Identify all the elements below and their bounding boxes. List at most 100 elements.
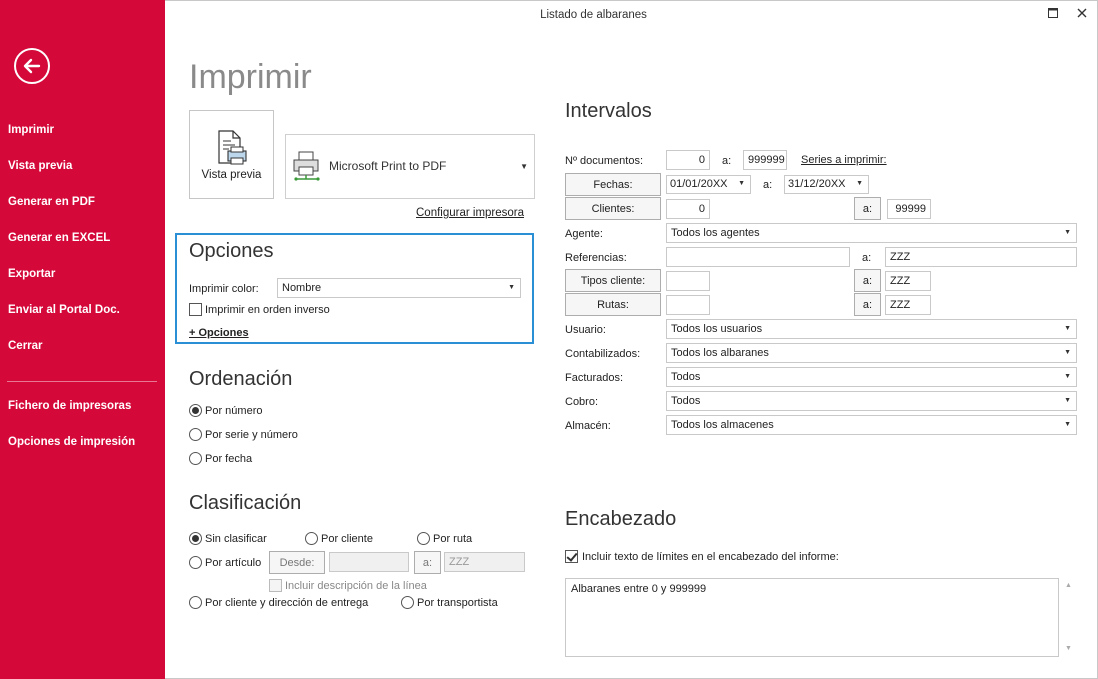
arrow-left-icon <box>23 58 41 74</box>
fechas-to-picker[interactable]: 31/12/20XX ▼ <box>784 175 869 194</box>
orden-inverso-label: Imprimir en orden inverso <box>205 304 330 316</box>
vista-previa-label: Vista previa <box>201 169 262 181</box>
referencias-to[interactable]: ZZZ <box>885 247 1077 267</box>
radio-por-articulo[interactable] <box>189 556 202 569</box>
back-button[interactable] <box>14 48 50 84</box>
chevron-down-icon: ▼ <box>1064 397 1071 404</box>
por-cliente-label: Por cliente <box>321 533 373 545</box>
chevron-down-icon: ▼ <box>1064 325 1071 332</box>
chevron-down-icon: ▼ <box>520 162 528 171</box>
agente-label: Agente: <box>565 228 603 240</box>
por-cliente-direccion-label: Por cliente y dirección de entrega <box>205 597 369 609</box>
printer-select[interactable]: Microsoft Print to PDF ▼ <box>285 134 535 199</box>
chevron-down-icon: ▼ <box>508 284 515 291</box>
radio-por-cliente[interactable] <box>305 532 318 545</box>
contabilizados-value: Todos los albaranes <box>671 347 769 359</box>
opciones-title: Opciones <box>189 240 274 262</box>
radio-por-transportista[interactable] <box>401 596 414 609</box>
agente-select[interactable]: Todos los agentes ▼ <box>666 223 1077 243</box>
sidebar-item-generar-pdf[interactable]: Generar en PDF <box>8 196 95 208</box>
por-fecha-label: Por fecha <box>205 453 253 465</box>
sidebar-item-vista-previa[interactable]: Vista previa <box>8 160 72 172</box>
incluir-limites-label: Incluir texto de límites en el encabezad… <box>582 551 839 563</box>
rutas-from[interactable] <box>666 295 710 315</box>
configurar-impresora-link[interactable]: Configurar impresora <box>416 207 524 219</box>
sidebar-item-imprimir[interactable]: Imprimir <box>8 124 54 136</box>
cobro-select[interactable]: Todos ▼ <box>666 391 1077 411</box>
fechas-from-value: 01/01/20XX <box>670 178 728 190</box>
encabezado-textarea[interactable]: Albaranes entre 0 y 999999 <box>565 578 1059 657</box>
sidebar-item-opciones-impresion[interactable]: Opciones de impresión <box>8 436 135 448</box>
radio-por-serie-numero[interactable] <box>189 428 202 441</box>
maximize-button[interactable] <box>1046 6 1060 20</box>
por-articulo-label: Por artículo <box>205 557 262 569</box>
chevron-down-icon: ▼ <box>1064 373 1071 380</box>
por-transportista-label: Por transportista <box>417 597 498 609</box>
sidebar-item-fichero-impresoras[interactable]: Fichero de impresoras <box>8 400 131 412</box>
sidebar-item-cerrar[interactable]: Cerrar <box>8 340 43 352</box>
incluir-descripcion-label: Incluir descripción de la línea <box>285 580 427 592</box>
sidebar-item-exportar[interactable]: Exportar <box>8 268 55 280</box>
imprimir-color-select[interactable]: Nombre ▼ <box>277 278 521 298</box>
sidebar-item-generar-excel[interactable]: Generar en EXCEL <box>8 232 110 244</box>
almacen-label: Almacén: <box>565 420 611 432</box>
radio-por-fecha[interactable] <box>189 452 202 465</box>
desde-input[interactable] <box>329 552 409 572</box>
ordenacion-title: Ordenación <box>189 368 293 390</box>
scroll-up-icon: ▲ <box>1065 582 1072 589</box>
scroll-down-icon: ▼ <box>1065 645 1072 652</box>
fechas-from-picker[interactable]: 01/01/20XX ▼ <box>666 175 751 194</box>
chevron-down-icon: ▼ <box>738 180 745 187</box>
vista-previa-button[interactable]: Vista previa <box>189 110 274 199</box>
tipos-cliente-button[interactable]: Tipos cliente: <box>565 269 661 292</box>
close-button[interactable] <box>1075 6 1089 20</box>
encabezado-title: Encabezado <box>565 508 677 530</box>
sidebar-item-enviar-portal[interactable]: Enviar al Portal Doc. <box>8 304 120 316</box>
articulo-a-button[interactable]: a: <box>414 551 441 574</box>
fechas-to-value: 31/12/20XX <box>788 178 846 190</box>
num-documentos-a-label: a: <box>722 155 732 167</box>
radio-por-numero[interactable] <box>189 404 202 417</box>
chevron-down-icon: ▼ <box>1064 421 1071 428</box>
tipos-cliente-a-button[interactable]: a: <box>854 269 881 292</box>
referencias-a-label: a: <box>862 252 872 264</box>
chevron-down-icon: ▼ <box>1064 349 1071 356</box>
radio-por-cliente-direccion[interactable] <box>189 596 202 609</box>
tipos-cliente-from[interactable] <box>666 271 710 291</box>
almacen-select[interactable]: Todos los almacenes ▼ <box>666 415 1077 435</box>
clientes-from[interactable]: 0 <box>666 199 710 219</box>
agente-value: Todos los agentes <box>671 227 760 239</box>
tipos-cliente-to[interactable]: ZZZ <box>885 271 931 291</box>
articulo-a-input[interactable]: ZZZ <box>444 552 525 572</box>
facturados-select[interactable]: Todos ▼ <box>666 367 1077 387</box>
incluir-limites-checkbox[interactable] <box>565 550 578 563</box>
printer-icon <box>293 151 320 181</box>
fechas-button[interactable]: Fechas: <box>565 173 661 196</box>
rutas-button[interactable]: Rutas: <box>565 293 661 316</box>
por-serie-numero-label: Por serie y número <box>205 429 298 441</box>
referencias-label: Referencias: <box>565 252 627 264</box>
contabilizados-select[interactable]: Todos los albaranes ▼ <box>666 343 1077 363</box>
mas-opciones-link[interactable]: + Opciones <box>189 327 249 339</box>
incluir-descripcion-checkbox[interactable] <box>269 579 282 592</box>
radio-sin-clasificar[interactable] <box>189 532 202 545</box>
rutas-to[interactable]: ZZZ <box>885 295 931 315</box>
clientes-a-button[interactable]: a: <box>854 197 881 220</box>
usuario-select[interactable]: Todos los usuarios ▼ <box>666 319 1077 339</box>
referencias-from[interactable] <box>666 247 850 267</box>
series-imprimir-link[interactable]: Series a imprimir: <box>801 154 887 166</box>
por-numero-label: Por número <box>205 405 263 417</box>
orden-inverso-checkbox[interactable] <box>189 303 202 316</box>
num-documentos-from[interactable]: 0 <box>666 150 710 170</box>
rutas-a-button[interactable]: a: <box>854 293 881 316</box>
clientes-button[interactable]: Clientes: <box>565 197 661 220</box>
usuario-value: Todos los usuarios <box>671 323 763 335</box>
num-documentos-to[interactable]: 999999 <box>743 150 787 170</box>
encabezado-scrollbar[interactable]: ▲ ▼ <box>1063 578 1077 657</box>
desde-button[interactable]: Desde: <box>269 551 325 574</box>
num-documentos-label: Nº documentos: <box>565 155 643 167</box>
clientes-to[interactable]: 99999 <box>887 199 931 219</box>
window-title: Listado de albaranes <box>540 9 647 21</box>
radio-por-ruta[interactable] <box>417 532 430 545</box>
sin-clasificar-label: Sin clasificar <box>205 533 267 545</box>
